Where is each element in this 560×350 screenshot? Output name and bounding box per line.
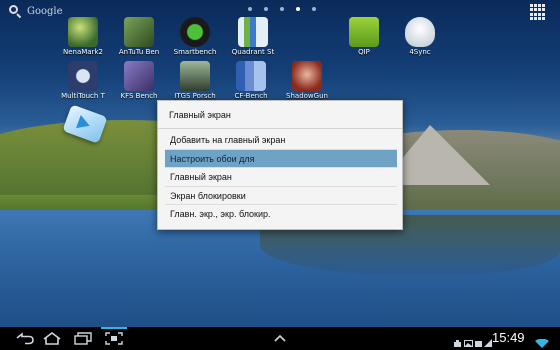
- wifi-icon: [535, 333, 549, 348]
- back-button[interactable]: [14, 331, 36, 346]
- app-shortcut-multitouch[interactable]: MultiTouch T: [54, 61, 112, 101]
- option-add-to-home[interactable]: Добавить на главный экран: [165, 131, 397, 150]
- app-label: AnTuTu Ben: [118, 48, 160, 56]
- option-lock-screen[interactable]: Экран блокировки: [165, 187, 397, 205]
- app-shortcut-cfbench[interactable]: CF-Bench: [222, 61, 280, 101]
- home-button[interactable]: [41, 331, 63, 346]
- search-icon[interactable]: [8, 4, 22, 19]
- page-dot: [280, 7, 284, 11]
- 4sync-icon: [405, 17, 435, 47]
- app-shortcut-quadrant[interactable]: Quadrant St: [224, 17, 282, 57]
- kfs-icon: [124, 61, 154, 91]
- qip-icon: [349, 17, 379, 47]
- screenshot-button[interactable]: [104, 331, 124, 346]
- all-apps-icon[interactable]: [530, 4, 546, 20]
- option-home-and-lock[interactable]: Главн. экр., экр. блокир.: [165, 205, 397, 224]
- recent-apps-icon: [74, 332, 92, 345]
- app-shortcut-nenamark[interactable]: NenaMark2: [54, 17, 112, 57]
- usb-icon: [453, 333, 462, 347]
- app-shortcut-itgs[interactable]: ITGS Porsch: [166, 61, 224, 101]
- nenamark-icon: [68, 17, 98, 47]
- page-dot: [248, 7, 252, 11]
- app-label: 4Sync: [409, 48, 431, 56]
- status-clock: 15:49: [492, 330, 525, 345]
- navigation-bar: 15:49: [0, 327, 560, 350]
- cfbench-icon: [236, 61, 266, 91]
- app-shortcut-kfs[interactable]: KFS Bench: [110, 61, 168, 101]
- wallpaper-dialog: Главный экран Добавить на главный экран …: [157, 100, 403, 230]
- app-shortcut-shadowgun[interactable]: ShadowGun: [278, 61, 336, 101]
- page-dot: [312, 7, 316, 11]
- itgs-icon: [180, 61, 210, 91]
- chevron-up-icon: [274, 334, 286, 342]
- antutu-icon: [124, 17, 154, 47]
- arrow-icon: [76, 115, 93, 133]
- option-home-screen[interactable]: Главный экран: [165, 168, 397, 187]
- page-dot-active: [296, 7, 300, 11]
- google-search-widget[interactable]: Google: [8, 4, 63, 19]
- app-shortcut-4sync[interactable]: 4Sync: [391, 17, 449, 57]
- app-label: QIP: [358, 48, 370, 56]
- app-label: NenaMark2: [63, 48, 103, 56]
- app-shortcut-antutu[interactable]: AnTuTu Ben: [110, 17, 168, 57]
- battery-icon: [474, 333, 483, 347]
- app-shortcut-qip[interactable]: QIP: [335, 17, 393, 57]
- app-label: Smartbench: [173, 48, 217, 56]
- dialog-options-list: Добавить на главный экран Настроить обои…: [165, 131, 397, 224]
- active-indicator: [101, 327, 127, 329]
- recent-apps-button[interactable]: [72, 331, 94, 346]
- screenshot-icon: [105, 332, 123, 345]
- app-label: Quadrant St: [231, 48, 275, 56]
- smartbench-icon: [180, 17, 210, 47]
- option-set-wallpaper-for[interactable]: Настроить обои для: [165, 149, 397, 168]
- google-search-label[interactable]: Google: [27, 6, 63, 17]
- back-icon: [16, 332, 34, 345]
- shadowgun-icon: [292, 61, 322, 91]
- page-dot: [264, 7, 268, 11]
- home-icon: [43, 332, 61, 345]
- dialog-title: Главный экран: [158, 101, 402, 129]
- quadrant-icon: [238, 17, 268, 47]
- app-label: MultiTouch T: [61, 92, 105, 100]
- app-shortcut-smartbench[interactable]: Smartbench: [166, 17, 224, 57]
- page-indicator: [248, 7, 316, 11]
- multitouch-icon: [68, 61, 98, 91]
- expand-up-button[interactable]: [270, 331, 290, 346]
- image-notification-icon: [464, 333, 473, 347]
